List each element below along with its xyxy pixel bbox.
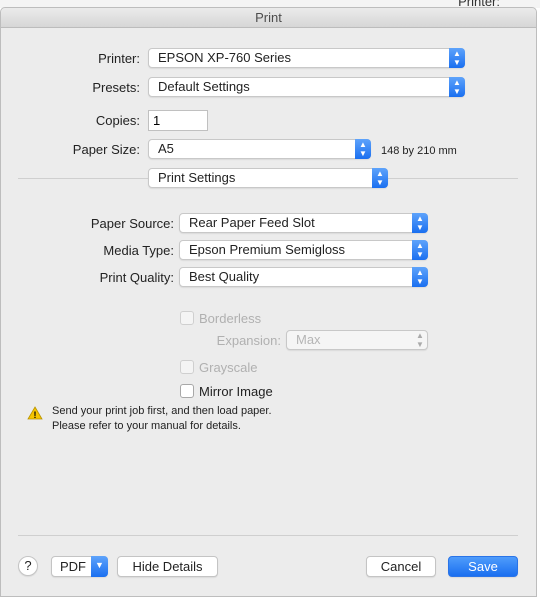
paper-size-label: Paper Size: (72, 142, 140, 157)
panel-value: Print Settings (158, 170, 236, 185)
expansion-value: Max (296, 332, 321, 347)
warning-line-2: Please refer to your manual for details. (52, 420, 241, 432)
printer-value: EPSON XP-760 Series (158, 50, 291, 65)
pdf-label: PDF (60, 559, 86, 574)
copies-label: Copies: (95, 113, 140, 128)
updown-chevron-icon: ▲ ▼ (355, 139, 371, 159)
chevron-down-icon: ▼ (91, 556, 108, 577)
mirror-image-checkbox[interactable] (180, 384, 194, 398)
updown-chevron-icon: ▲ ▼ (372, 168, 388, 188)
updown-chevron-icon: ▲ ▼ (412, 240, 428, 260)
presets-label: Presets: (92, 80, 140, 95)
print-quality-popup[interactable]: Best Quality ▲ ▼ (179, 267, 428, 287)
paper-source-popup[interactable]: Rear Paper Feed Slot ▲ ▼ (179, 213, 428, 233)
paper-dimensions: 148 by 210 mm (381, 145, 457, 157)
cancel-button[interactable]: Cancel (366, 556, 436, 577)
updown-chevron-icon: ▲ ▼ (416, 331, 424, 349)
paper-size-value: A5 (158, 141, 174, 156)
paper-source-value: Rear Paper Feed Slot (189, 215, 315, 230)
borderless-label: Borderless (199, 311, 262, 326)
paper-size-popup[interactable]: A5 ▲ ▼ (148, 139, 371, 159)
grayscale-checkbox[interactable] (180, 360, 194, 374)
mirror-image-label: Mirror Image (199, 384, 273, 399)
window-title: Print (1, 8, 536, 28)
warning-line-1: Send your print job first, and then load… (52, 405, 272, 417)
updown-chevron-icon: ▲ ▼ (412, 213, 428, 233)
pdf-menu-button[interactable]: PDF ▼ (51, 556, 108, 577)
borderless-checkbox[interactable] (180, 311, 194, 325)
hide-details-button[interactable]: Hide Details (117, 556, 218, 577)
presets-popup[interactable]: Default Settings ▲ ▼ (148, 77, 465, 97)
expansion-popup[interactable]: Max ▲ ▼ (286, 330, 428, 350)
media-type-label: Media Type: (103, 243, 174, 258)
footer-divider (18, 535, 518, 536)
presets-value: Default Settings (158, 79, 250, 94)
print-quality-label: Print Quality: (99, 270, 174, 285)
updown-chevron-icon: ▲ ▼ (412, 267, 428, 287)
printer-popup[interactable]: EPSON XP-760 Series ▲ ▼ (148, 48, 465, 68)
save-button[interactable]: Save (448, 556, 518, 577)
paper-source-label: Paper Source: (90, 216, 174, 231)
warning-triangle-icon: ! (27, 406, 43, 420)
printer-label: Printer: (98, 51, 140, 66)
svg-text:!: ! (34, 410, 37, 420)
expansion-label: Expansion: (216, 333, 281, 348)
grayscale-label: Grayscale (199, 360, 258, 375)
copies-input[interactable] (148, 110, 208, 131)
updown-chevron-icon: ▲ ▼ (449, 48, 465, 68)
media-type-value: Epson Premium Semigloss (189, 242, 346, 257)
panel-popup[interactable]: Print Settings ▲ ▼ (148, 168, 388, 188)
print-quality-value: Best Quality (189, 269, 260, 284)
help-button[interactable]: ? (18, 556, 38, 576)
updown-chevron-icon: ▲ ▼ (449, 77, 465, 97)
media-type-popup[interactable]: Epson Premium Semigloss ▲ ▼ (179, 240, 428, 260)
